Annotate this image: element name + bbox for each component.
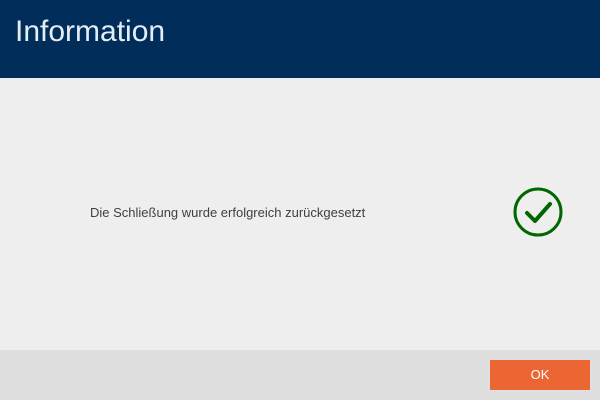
success-message: Die Schließung wurde erfolgreich zurückg… <box>90 205 366 220</box>
ok-button[interactable]: OK <box>490 360 590 390</box>
dialog-content: Die Schließung wurde erfolgreich zurückg… <box>0 78 600 350</box>
dialog-footer: OK <box>0 350 600 400</box>
checkmark-path <box>525 202 552 223</box>
check-circle-icon <box>512 186 564 238</box>
dialog-title: Information <box>15 15 166 48</box>
dialog-header: Information <box>0 0 600 78</box>
information-dialog: Information Die Schließung wurde erfolgr… <box>0 0 600 400</box>
check-circle-svg <box>513 187 563 237</box>
check-circle-ring <box>513 187 563 237</box>
